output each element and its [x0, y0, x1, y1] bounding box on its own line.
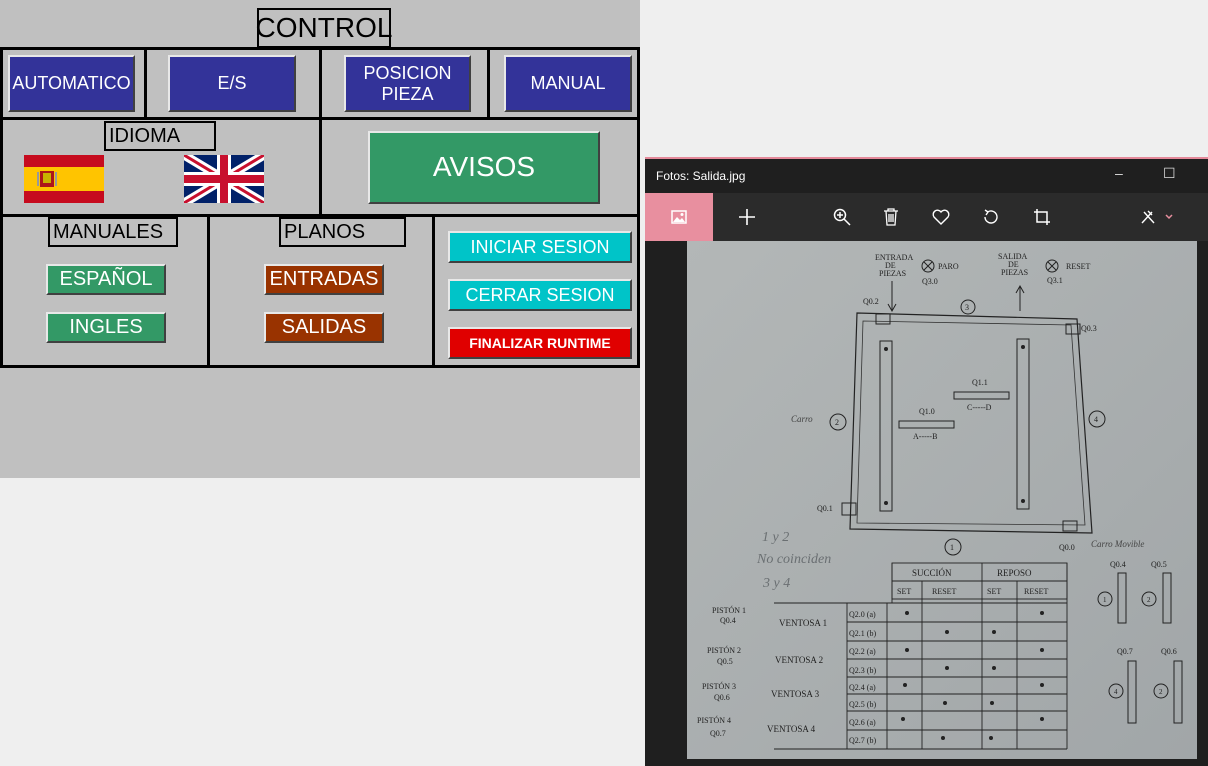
avisos-button[interactable]: AVISOS — [368, 131, 600, 204]
zoom-icon[interactable] — [829, 193, 855, 241]
piston-num-2b: 2 — [1159, 688, 1163, 696]
planos-label: PLANOS — [279, 217, 406, 247]
viewer-title: Fotos: Salida.jpg — [656, 169, 746, 183]
output-q21: Q2.1 (b) — [849, 629, 876, 638]
output-q24: Q2.4 (a) — [849, 683, 876, 692]
maximize-button[interactable]: ☐ — [1163, 165, 1176, 182]
piston-3-q: Q0.6 — [714, 693, 730, 702]
viewer-titlebar: Fotos: Salida.jpg – ☐ — [645, 159, 1208, 193]
q01-label: Q0.1 — [817, 504, 833, 513]
es-button[interactable]: E/S — [168, 55, 296, 112]
q10-label: Q1.0 — [919, 407, 935, 416]
crop-icon[interactable] — [1029, 193, 1055, 241]
reset-label: RESET — [1066, 262, 1091, 271]
piston-label-q04: Q0.4 — [1110, 560, 1126, 569]
ventosa-4: VENTOSA 4 — [767, 724, 816, 734]
manual-ingles-button[interactable]: INGLES — [46, 312, 166, 343]
ab-label: A-----B — [913, 432, 937, 441]
iniciar-sesion-button[interactable]: INICIAR SESION — [448, 231, 632, 263]
cd-label: C-----D — [967, 403, 992, 412]
circle-label-2: 2 — [835, 418, 839, 427]
piston-1: PISTÓN 1 — [712, 605, 746, 615]
piston-2: PISTÓN 2 — [707, 645, 741, 655]
output-q25: Q2.5 (b) — [849, 700, 876, 709]
table-reset-2: RESET — [1024, 587, 1049, 596]
piston-1-q: Q0.4 — [720, 616, 736, 625]
viewer-toolbar — [645, 193, 1208, 241]
planos-entradas-button[interactable]: ENTRADAS — [264, 264, 384, 295]
output-q22: Q2.2 (a) — [849, 647, 876, 656]
circle-label-3: 3 — [965, 303, 969, 312]
manuales-label: MANUALES — [48, 217, 178, 247]
salida-label-piezas: PIEZAS — [1001, 268, 1028, 277]
q03-label: Q0.3 — [1081, 324, 1097, 333]
add-icon[interactable] — [733, 193, 761, 241]
piston-3: PISTÓN 3 — [702, 681, 736, 691]
q11-label: Q1.1 — [972, 378, 988, 387]
q02-label: Q0.2 — [863, 297, 879, 306]
circle-label-1: 1 — [950, 543, 954, 552]
note-line-1: 1 y 2 — [762, 530, 789, 545]
photo-viewer-window: Fotos: Salida.jpg – ☐ ENTRADA DE PIEZAS … — [645, 157, 1208, 766]
output-q27: Q2.7 (b) — [849, 736, 876, 745]
piston-4: PISTÓN 4 — [697, 715, 731, 725]
planos-salidas-button[interactable]: SALIDAS — [264, 312, 384, 343]
paro-label: PARO — [938, 262, 959, 271]
photo-image: ENTRADA DE PIEZAS PARO Q3.0 SALIDA DE PI… — [687, 241, 1197, 759]
piston-num-1: 1 — [1103, 596, 1107, 604]
q30-label: Q3.0 — [922, 277, 938, 286]
table-succion: SUCCIÓN — [912, 568, 952, 578]
piston-label-q05: Q0.5 — [1151, 560, 1167, 569]
carro-right-label: Carro Movible — [1091, 539, 1144, 549]
entrada-label-piezas: PIEZAS — [879, 269, 906, 278]
manual-button[interactable]: MANUAL — [504, 55, 632, 112]
manual-espanol-button[interactable]: ESPAÑOL — [46, 264, 166, 295]
output-q23: Q2.3 (b) — [849, 666, 876, 675]
q31-label: Q3.1 — [1047, 276, 1063, 285]
idioma-label: IDIOMA — [104, 121, 216, 151]
piston-4-q: Q0.7 — [710, 729, 726, 738]
automatico-button[interactable]: AUTOMATICO — [8, 55, 135, 112]
ventosa-3: VENTOSA 3 — [771, 689, 820, 699]
piston-num-2: 2 — [1147, 596, 1151, 604]
uk-flag-icon[interactable] — [181, 151, 267, 207]
ventosa-2: VENTOSA 2 — [775, 655, 823, 665]
minimize-button[interactable]: – — [1115, 165, 1123, 181]
output-q20: Q2.0 (a) — [849, 610, 876, 619]
piston-2-q: Q0.5 — [717, 657, 733, 666]
cerrar-sesion-button[interactable]: CERRAR SESION — [448, 279, 632, 311]
q00-label: Q0.0 — [1059, 543, 1075, 552]
delete-icon[interactable] — [878, 193, 904, 241]
favorite-icon[interactable] — [928, 193, 954, 241]
piston-num-4: 4 — [1114, 688, 1118, 696]
image-icon[interactable] — [645, 193, 713, 241]
hmi-panel: CONTROL AUTOMATICO E/S POSICION PIEZA MA… — [0, 0, 640, 478]
page-title: CONTROL — [256, 8, 392, 48]
piston-label-q06: Q0.6 — [1161, 647, 1177, 656]
note-line-2: No coinciden — [756, 552, 831, 567]
output-q26: Q2.6 (a) — [849, 718, 876, 727]
table-set-2: SET — [987, 587, 1001, 596]
piston-label-q07: Q0.7 — [1117, 647, 1133, 656]
table-reposo: REPOSO — [997, 568, 1032, 578]
spain-flag-icon[interactable] — [24, 155, 104, 203]
finalizar-runtime-button[interactable]: FINALIZAR RUNTIME — [448, 327, 632, 359]
table-reset-1: RESET — [932, 587, 957, 596]
carro-left-label: Carro — [791, 414, 813, 424]
note-line-3: 3 y 4 — [762, 576, 790, 591]
circle-label-4: 4 — [1094, 415, 1098, 424]
edit-icon[interactable] — [1135, 193, 1179, 241]
table-set-1: SET — [897, 587, 911, 596]
rotate-icon[interactable] — [978, 193, 1004, 241]
posicion-pieza-button[interactable]: POSICION PIEZA — [344, 55, 471, 112]
ventosa-1: VENTOSA 1 — [779, 618, 827, 628]
